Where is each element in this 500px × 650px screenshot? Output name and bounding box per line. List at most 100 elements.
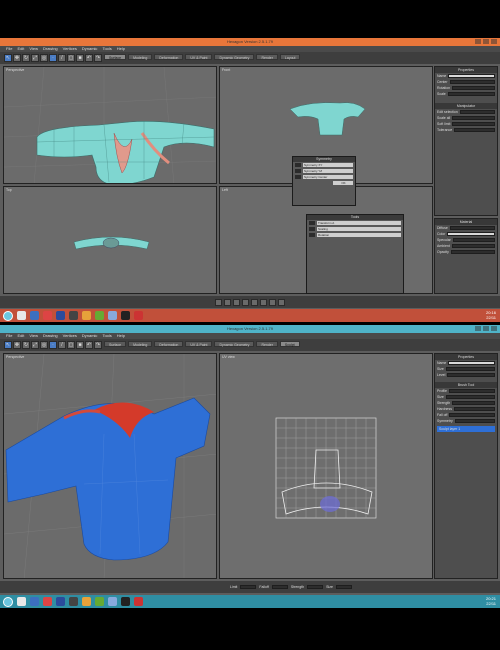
soft-limit-field[interactable] [452, 122, 495, 126]
view-icon[interactable] [242, 298, 249, 306]
strength-field[interactable] [452, 401, 495, 405]
tab-modeling[interactable]: Modeling [128, 54, 153, 60]
undo-icon[interactable]: ↶ [85, 54, 93, 62]
center-field[interactable] [449, 80, 495, 84]
select-tool-icon[interactable]: ↖ [4, 341, 12, 349]
start-icon[interactable] [3, 310, 13, 321]
tab-uv-paint[interactable]: UV & Paint [185, 341, 213, 347]
option-label[interactable]: Rotation [317, 233, 401, 237]
tab-render[interactable]: Render [256, 54, 278, 60]
ambient-field[interactable] [451, 244, 495, 248]
specular-field[interactable] [452, 238, 495, 242]
app-icon[interactable] [108, 597, 117, 606]
undo-icon[interactable]: ↶ [85, 341, 93, 349]
edit-selection-field[interactable] [459, 110, 495, 114]
tab-render[interactable]: Render [256, 341, 278, 347]
move-tool-icon[interactable]: ✥ [13, 54, 21, 62]
object-mode-icon[interactable]: ■ [76, 341, 84, 349]
camera-icon[interactable]: ◎ [40, 341, 48, 349]
face-mode-icon[interactable]: ▢ [67, 54, 75, 62]
option-label[interactable]: Scaling [317, 227, 401, 231]
opacity-field[interactable] [450, 250, 495, 254]
app-icon[interactable] [134, 311, 143, 320]
viewport-perspective[interactable]: Perspective [3, 66, 217, 184]
move-tool-icon[interactable]: ✥ [13, 341, 21, 349]
selected-layer[interactable]: Sculpt layer 1 [439, 427, 460, 431]
app-icon[interactable] [30, 597, 39, 606]
size-field[interactable] [445, 367, 495, 371]
option-checkbox[interactable] [295, 169, 301, 173]
minimize-button[interactable] [475, 39, 481, 44]
maximize-button[interactable] [483, 326, 489, 331]
app-icon[interactable] [69, 597, 78, 606]
camera-icon[interactable]: ◎ [40, 54, 48, 62]
app-icon[interactable] [30, 311, 39, 320]
close-button[interactable] [491, 39, 497, 44]
maximize-button[interactable] [483, 39, 489, 44]
app-icon[interactable] [17, 597, 26, 606]
tolerance-field[interactable] [454, 128, 495, 132]
profile-field[interactable] [448, 389, 495, 393]
vertex-mode-icon[interactable]: · [49, 54, 57, 62]
name-field[interactable] [448, 361, 495, 365]
app-icon[interactable] [95, 597, 104, 606]
tab-uv-paint[interactable]: UV & Paint [185, 54, 213, 60]
option-label[interactable]: Transform A [317, 221, 401, 225]
viewport-uv[interactable]: UV view [219, 353, 433, 579]
object-mode-icon[interactable]: ■ [76, 54, 84, 62]
view-icon[interactable] [278, 298, 285, 306]
limit-field[interactable] [240, 585, 257, 589]
symmetry-toggle[interactable] [454, 419, 495, 423]
view-icon[interactable] [224, 298, 231, 306]
falloff-field[interactable] [449, 413, 495, 417]
scale-tool-icon[interactable]: ⤢ [31, 341, 39, 349]
select-tool-icon[interactable]: ↖ [4, 54, 12, 62]
diffuse-field[interactable] [449, 226, 495, 230]
app-icon[interactable] [121, 311, 130, 320]
option-checkbox[interactable] [295, 175, 301, 179]
tab-surface[interactable]: Surface [104, 54, 127, 60]
start-icon[interactable] [3, 596, 13, 607]
app-icon[interactable] [69, 311, 78, 320]
option-checkbox[interactable] [295, 163, 301, 167]
level-field[interactable] [447, 373, 495, 377]
rotate-tool-icon[interactable]: ↻ [22, 341, 30, 349]
app-icon[interactable] [43, 311, 52, 320]
app-icon[interactable] [95, 311, 104, 320]
brush-size-field[interactable] [445, 395, 495, 399]
tab-deformation[interactable]: Deformation [154, 341, 184, 347]
option-label[interactable]: Symmetry XY [303, 163, 353, 167]
tab-sculpt[interactable]: Sculpt [279, 341, 300, 347]
ok-button[interactable]: OK [333, 181, 353, 185]
app-icon[interactable] [82, 597, 91, 606]
option-checkbox[interactable] [309, 221, 315, 225]
size-field[interactable] [335, 585, 352, 589]
view-icon[interactable] [215, 298, 222, 306]
app-icon[interactable] [56, 311, 65, 320]
option-checkbox[interactable] [309, 233, 315, 237]
name-field[interactable] [448, 74, 495, 78]
option-label[interactable]: Symmetry Center [303, 175, 353, 179]
app-icon[interactable] [43, 597, 52, 606]
close-button[interactable] [491, 326, 497, 331]
option-label[interactable]: Symmetry YZ [303, 169, 353, 173]
view-icon[interactable] [251, 298, 258, 306]
scale-all-field[interactable] [452, 116, 495, 120]
edge-mode-icon[interactable]: / [58, 341, 66, 349]
viewport-top[interactable]: Top [3, 186, 217, 294]
app-icon[interactable] [56, 597, 65, 606]
edge-mode-icon[interactable]: / [58, 54, 66, 62]
app-icon[interactable] [134, 597, 143, 606]
view-icon[interactable] [260, 298, 267, 306]
app-icon[interactable] [82, 311, 91, 320]
tab-layout[interactable]: Layout [279, 54, 301, 60]
redo-icon[interactable]: ↷ [94, 341, 102, 349]
tab-dynamic-geometry[interactable]: Dynamic Geometry [214, 341, 255, 347]
option-checkbox[interactable] [309, 227, 315, 231]
hardness-field[interactable] [453, 407, 495, 411]
view-icon[interactable] [233, 298, 240, 306]
color-swatch[interactable] [447, 232, 495, 236]
scale-tool-icon[interactable]: ⤢ [31, 54, 39, 62]
rotate-tool-icon[interactable]: ↻ [22, 54, 30, 62]
face-mode-icon[interactable]: ▢ [67, 341, 75, 349]
